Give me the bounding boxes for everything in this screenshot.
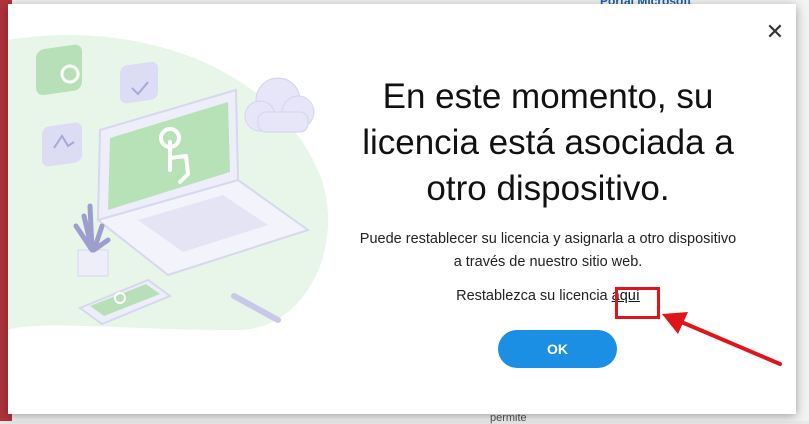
- page-title: En este momento, su licencia está asocia…: [362, 77, 734, 208]
- description-line: a través de nuestro sitio web.: [453, 254, 643, 270]
- close-icon[interactable]: ✕: [764, 22, 786, 44]
- reset-license-label: Restablezca su licencia: [456, 288, 612, 304]
- laptop-illustration: [8, 35, 329, 331]
- settings-tile-icon: [36, 44, 82, 96]
- description-line: Puede restablecer su licencia y asignarl…: [359, 231, 737, 247]
- ok-button[interactable]: OK: [498, 330, 617, 368]
- highlight-box: [615, 287, 660, 319]
- reset-license-line: Restablezca su licencia aquí: [338, 288, 758, 304]
- red-arrow-annotation: [662, 312, 782, 366]
- description: Puede restablecer su licencia y asignarl…: [338, 228, 758, 274]
- license-dialog: ✕ En este momento, su licencia está asoc…: [8, 4, 796, 414]
